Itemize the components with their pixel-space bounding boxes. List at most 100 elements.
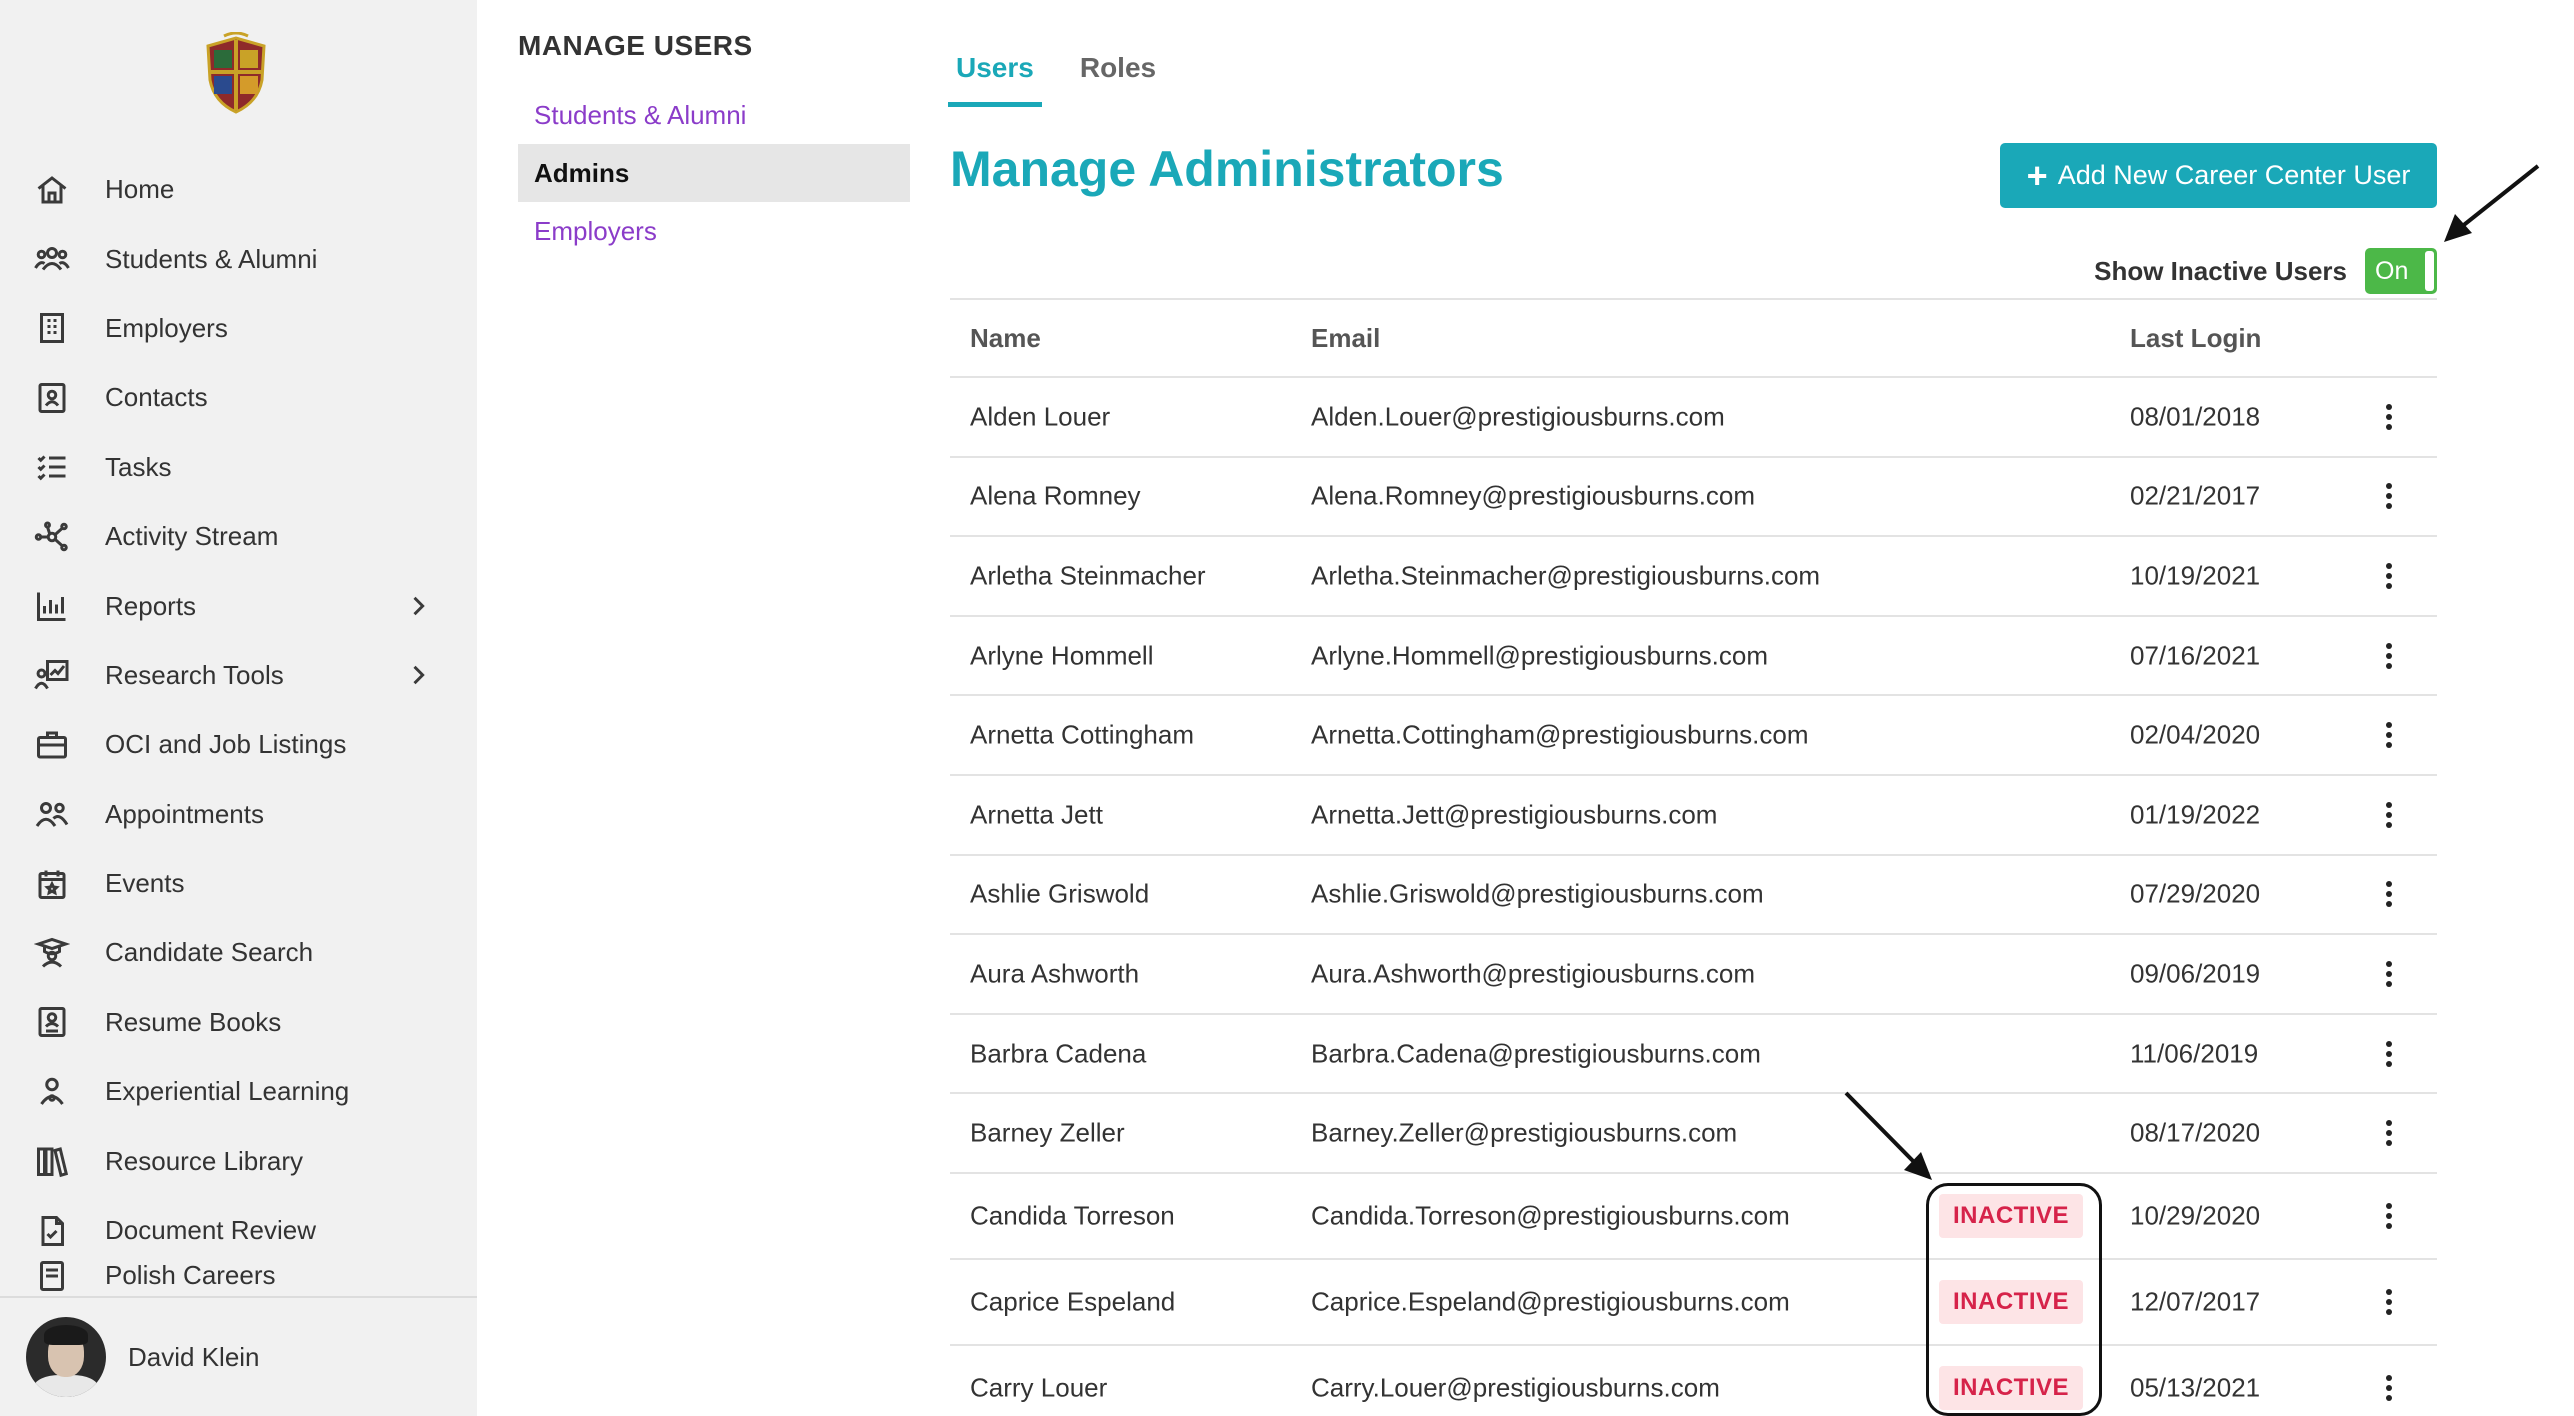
table-row[interactable]: Arnetta Jett Arnetta.Jett@prestigiousburn… xyxy=(950,776,2437,856)
sidebar-item-students-alumni[interactable]: Students & Alumni xyxy=(0,224,477,293)
more-options-icon[interactable] xyxy=(2374,715,2404,755)
cell-last-login: 12/07/2017 xyxy=(2130,1286,2261,1317)
cell-email: Candida.Torreson@prestigiousburns.com xyxy=(1311,1200,1790,1231)
subnav-item-employers[interactable]: Employers xyxy=(518,202,910,260)
sidebar-item-label: OCI and Job Listings xyxy=(105,729,347,760)
cell-last-login: 07/16/2021 xyxy=(2130,640,2261,671)
subnav-item-students-alumni[interactable]: Students & Alumni xyxy=(518,86,910,144)
table-row[interactable]: Candida Torreson Candida.Torreson@prestig… xyxy=(950,1174,2437,1260)
more-options-icon[interactable] xyxy=(2374,874,2404,914)
table-header: Name Email Last Login xyxy=(950,298,2437,378)
subnav-item-admins[interactable]: Admins xyxy=(518,144,910,202)
sidebar-item-employers[interactable]: Employers xyxy=(0,294,477,363)
sidebar-scroll-clip: Polish Careers xyxy=(0,1258,477,1296)
cell-email: Caprice.Espeland@prestigiousburns.com xyxy=(1311,1286,1790,1317)
chevron-right-icon[interactable] xyxy=(404,661,432,689)
sidebar-item-label: Polish Careers xyxy=(105,1260,276,1291)
cell-name: Arlyne Hommell xyxy=(970,640,1154,671)
person-badge-icon xyxy=(32,1072,72,1112)
annotation-arrow-toggle xyxy=(2444,164,2540,242)
sidebar-item-resource-library[interactable]: Resource Library xyxy=(0,1126,477,1195)
cell-last-login: 09/06/2019 xyxy=(2130,958,2261,989)
sidebar-item-label: Resume Books xyxy=(105,1006,282,1037)
sidebar-item-tasks[interactable]: Tasks xyxy=(0,433,477,502)
more-options-icon[interactable] xyxy=(2374,397,2404,437)
sidebar-item-label: Reports xyxy=(105,590,197,621)
subnav-title: MANAGE USERS xyxy=(518,30,753,61)
more-options-icon[interactable] xyxy=(2374,1034,2404,1074)
table-row[interactable]: Alden Louer Alden.Louer@prestigiousburns.… xyxy=(950,378,2437,458)
cell-email: Arletha.Steinmacher@prestigiousburns.com xyxy=(1311,560,1821,591)
tab-users[interactable]: Users xyxy=(948,46,1042,107)
table-row[interactable]: Barney Zeller Barney.Zeller@prestigiousbu… xyxy=(950,1094,2437,1174)
document-icon xyxy=(32,1258,72,1296)
cell-email: Arlyne.Hommell@prestigiousburns.com xyxy=(1311,640,1768,671)
cell-name: Alena Romney xyxy=(970,480,1141,511)
cell-name: Caprice Espeland xyxy=(970,1286,1176,1317)
sidebar-item-label: Activity Stream xyxy=(105,521,279,552)
cell-email: Aura.Ashworth@prestigiousburns.com xyxy=(1311,958,1756,989)
more-options-icon[interactable] xyxy=(2374,954,2404,994)
avatar[interactable] xyxy=(26,1317,106,1397)
bar-chart-icon xyxy=(32,586,72,626)
sidebar-item-candidate-search[interactable]: Candidate Search xyxy=(0,918,477,987)
table-row[interactable]: Alena Romney Alena.Romney@prestigiousburn… xyxy=(950,458,2437,538)
more-options-icon[interactable] xyxy=(2374,795,2404,835)
show-inactive-toggle[interactable]: On xyxy=(2365,248,2437,294)
sidebar-item-home[interactable]: Home xyxy=(0,155,477,224)
column-header-email[interactable]: Email xyxy=(1311,323,1380,354)
more-options-icon[interactable] xyxy=(2374,1113,2404,1153)
cell-name: Barbra Cadena xyxy=(970,1038,1147,1069)
table-row[interactable]: Barbra Cadena Barbra.Cadena@prestigiousbu… xyxy=(950,1015,2437,1095)
crest-logo[interactable] xyxy=(198,31,274,116)
more-options-icon[interactable] xyxy=(2374,1368,2404,1408)
column-header-last-login[interactable]: Last Login xyxy=(2130,323,2261,354)
sidebar-item-appointments[interactable]: Appointments xyxy=(0,780,477,849)
table-row[interactable]: Arletha Steinmacher Arletha.Steinmacher@p… xyxy=(950,537,2437,617)
people-icon xyxy=(32,794,72,834)
cell-name: Arnetta Cottingham xyxy=(970,719,1195,750)
more-options-icon[interactable] xyxy=(2374,1282,2404,1322)
user-profile[interactable]: David Klein xyxy=(0,1296,477,1416)
add-button-label: Add New Career Center User xyxy=(2057,160,2411,190)
document-check-icon xyxy=(32,1211,72,1251)
sidebar-item-reports[interactable]: Reports xyxy=(0,571,477,640)
network-icon xyxy=(32,517,72,557)
cell-name: Arletha Steinmacher xyxy=(970,560,1206,591)
cell-name: Aura Ashworth xyxy=(970,958,1140,989)
column-header-name[interactable]: Name xyxy=(970,323,1041,354)
sidebar-item-research-tools[interactable]: Research Tools xyxy=(0,641,477,710)
sidebar-item-activity-stream[interactable]: Activity Stream xyxy=(0,502,477,571)
sidebar-item-oci-job-listings[interactable]: OCI and Job Listings xyxy=(0,710,477,779)
add-career-center-user-button[interactable]: + Add New Career Center User xyxy=(2000,143,2437,208)
more-options-icon[interactable] xyxy=(2374,556,2404,596)
sidebar-item-resume-books[interactable]: Resume Books xyxy=(0,988,477,1057)
sidebar-item-events[interactable]: Events xyxy=(0,849,477,918)
table-row[interactable]: Arnetta Cottingham Arnetta.Cottingham@pre… xyxy=(950,696,2437,776)
people-group-icon xyxy=(32,239,72,279)
cell-last-login: 02/04/2020 xyxy=(2130,719,2261,750)
cell-last-login: 07/29/2020 xyxy=(2130,878,2261,909)
sidebar-item-label: Experiential Learning xyxy=(105,1076,350,1107)
chart-person-icon xyxy=(32,655,72,695)
cell-last-login: 11/06/2019 xyxy=(2130,1038,2259,1069)
more-options-icon[interactable] xyxy=(2374,636,2404,676)
sidebar-item-label: Document Review xyxy=(105,1215,316,1246)
table-row[interactable]: Arlyne Hommell Arlyne.Hommell@prestigious… xyxy=(950,617,2437,697)
table-row[interactable]: Caprice Espeland Caprice.Espeland@prestig… xyxy=(950,1260,2437,1346)
sidebar-item-document-review[interactable]: Document Review xyxy=(0,1196,477,1265)
sidebar-item-experiential-learning[interactable]: Experiential Learning xyxy=(0,1057,477,1126)
building-icon xyxy=(32,308,72,348)
sidebar-item-label: Contacts xyxy=(105,382,208,413)
sidebar-item-polish-careers[interactable]: Polish Careers xyxy=(0,1258,477,1296)
sidebar-item-contacts[interactable]: Contacts xyxy=(0,363,477,432)
more-options-icon[interactable] xyxy=(2374,476,2404,516)
table-row[interactable]: Aura Ashworth Aura.Ashworth@prestigiousbu… xyxy=(950,935,2437,1015)
tab-roles[interactable]: Roles xyxy=(1072,46,1164,107)
table-row[interactable]: Ashlie Griswold Ashlie.Griswold@prestigio… xyxy=(950,856,2437,936)
cell-last-login: 10/19/2021 xyxy=(2130,560,2261,591)
sidebar-item-label: Appointments xyxy=(105,798,264,829)
table-row[interactable]: Carry Louer Carry.Louer@prestigiousburns.… xyxy=(950,1346,2437,1416)
more-options-icon[interactable] xyxy=(2374,1196,2404,1236)
chevron-right-icon[interactable] xyxy=(404,592,432,620)
